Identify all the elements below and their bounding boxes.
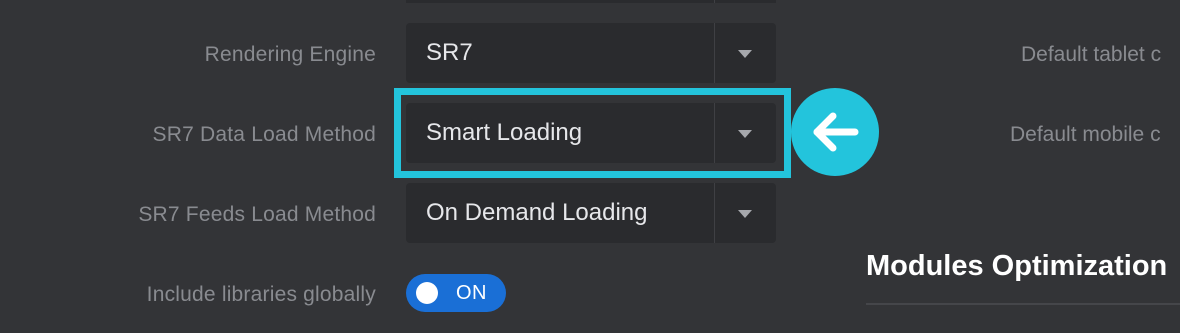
rendering-engine-select[interactable]: SR7 <box>406 23 776 83</box>
include-libraries-toggle[interactable]: ON <box>406 274 506 312</box>
data-load-method-select[interactable]: Smart Loading <box>406 103 776 163</box>
chevron-down-icon[interactable] <box>738 130 752 138</box>
data-load-method-label: SR7 Data Load Method <box>152 123 376 146</box>
feeds-load-method-select[interactable]: On Demand Loading <box>406 183 776 243</box>
select-divider <box>714 103 715 163</box>
default-tablet-label: Default tablet c <box>1021 43 1162 66</box>
toggle-knob <box>416 282 438 304</box>
select-divider <box>714 23 715 83</box>
section-title: Modules Optimization <box>866 250 1168 282</box>
data-load-method-value: Smart Loading <box>426 119 583 146</box>
toggle-state-text: ON <box>456 282 487 304</box>
rendering-engine-label: Rendering Engine <box>204 43 376 66</box>
select-divider <box>714 183 715 243</box>
section-divider <box>866 303 1180 305</box>
chevron-down-icon[interactable] <box>738 50 752 58</box>
chevron-down-icon[interactable] <box>738 210 752 218</box>
settings-panel: Rendering Engine SR7 SR7 Data Load Metho… <box>0 0 1180 333</box>
select-divider <box>714 0 715 3</box>
arrow-left-icon <box>791 88 879 176</box>
feeds-load-method-value: On Demand Loading <box>426 199 648 226</box>
feeds-load-method-label: SR7 Feeds Load Method <box>138 203 376 226</box>
select-field-partial[interactable] <box>406 0 776 3</box>
rendering-engine-value: SR7 <box>426 39 473 66</box>
default-mobile-label: Default mobile c <box>1010 123 1161 146</box>
include-libraries-label: Include libraries globally <box>146 283 376 306</box>
